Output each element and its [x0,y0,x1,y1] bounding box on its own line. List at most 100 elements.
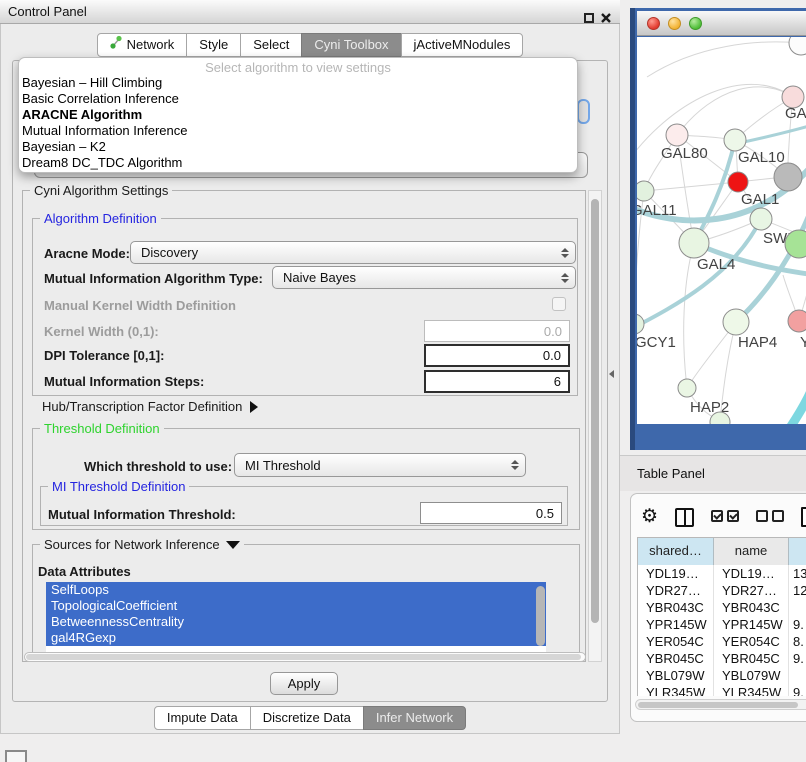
which-threshold-combo[interactable]: MI Threshold [234,453,526,477]
node-label-gal: GAL [785,105,806,122]
node-label-y: Y [800,334,806,351]
new-document-icon[interactable] [801,507,806,527]
dpi-tolerance-field[interactable]: 0.0 [424,344,570,367]
network-node-gal4[interactable] [679,228,709,258]
table-cell: 9. [789,616,806,633]
network-canvas[interactable]: GALGAL80GAL10GAL1GAL11SWI4GAL4GCY1HAP4YH… [637,37,806,424]
table-cell: YER054C [638,633,714,650]
network-node-y[interactable] [788,310,806,332]
table-row[interactable]: YBR043CYBR043C [638,599,806,616]
algorithm-popup-list: Bayesian – Hill ClimbingBasic Correlatio… [19,75,577,171]
tab-select[interactable]: Select [240,33,302,57]
node-table: shared…nameA YDL19…YDL19…13YDR27…YDR27…1… [637,537,806,696]
network-edge[interactable] [684,243,694,388]
attribute-item-gal4rgexp[interactable]: gal4RGexp [46,630,546,646]
table-row[interactable]: YBL079WYBL079W [638,667,806,684]
algorithm-option-basic-correlation-inference[interactable]: Basic Correlation Inference [19,91,577,107]
network-node-hap2[interactable] [678,379,696,397]
algorithm-option-bayesian-hill-climbing[interactable]: Bayesian – Hill Climbing [19,75,577,91]
tab-impute-data[interactable]: Impute Data [154,706,251,730]
stepper-arrows-icon [561,248,569,258]
table-row[interactable]: YBR045CYBR045C9. [638,650,806,667]
split-view-icon[interactable] [675,508,694,527]
network-node-hap4[interactable] [723,309,749,335]
table-cell: YLR345W [638,684,714,696]
float-window-icon[interactable] [584,13,594,23]
network-node[interactable] [789,37,806,55]
network-node-swi4[interactable] [750,208,772,230]
network-node[interactable] [774,163,802,191]
column-header-name[interactable]: name [714,538,789,565]
table-cell: YBR043C [714,599,789,616]
hide-columns-icon[interactable] [756,510,784,525]
attribute-item-selfloops[interactable]: SelfLoops [46,582,546,598]
network-node-gcy1[interactable] [637,314,644,334]
network-edge[interactable] [647,42,801,77]
table-row[interactable]: YLR345WYLR345W9. [638,684,806,696]
network-icon [110,34,122,56]
control-panel-header: Control Panel [0,0,620,24]
mi-type-combo[interactable]: Naive Bayes [272,266,576,289]
kernel-width-field[interactable]: 0.0 [424,320,570,342]
minimized-panel-icon[interactable] [5,750,27,762]
tab-cyni-toolbox[interactable]: Cyni Toolbox [301,33,401,57]
mi-steps-label: Mutual Information Steps: [44,374,204,389]
attribute-item-betweennesscentrality[interactable]: BetweennessCentrality [46,614,546,630]
close-icon[interactable] [600,12,612,24]
mi-steps-field[interactable]: 6 [424,370,570,393]
show-columns-icon[interactable] [711,510,739,525]
sources-group-title-wrap[interactable]: Sources for Network Inference [40,537,244,552]
which-threshold-value: MI Threshold [245,458,321,473]
network-node-gal1[interactable] [728,172,748,192]
algorithm-option-mutual-information-inference[interactable]: Mutual Information Inference [19,123,577,139]
algorithm-combo-focus-fragment[interactable] [577,99,590,124]
data-attributes-list[interactable]: SelfLoopsTopologicalCoefficientBetweenne… [46,582,546,652]
algorithm-option-aracne-algorithm[interactable]: ARACNE Algorithm [19,107,577,123]
panel-splitter-arrow-icon[interactable] [609,370,614,378]
tab-discretize-data[interactable]: Discretize Data [250,706,364,730]
network-window-titlebar[interactable] [637,11,806,36]
attributes-vertical-scrollbar[interactable] [536,586,545,646]
which-threshold-label: Which threshold to use: [84,459,232,474]
zoom-traffic-light-icon[interactable] [689,17,702,30]
minimize-traffic-light-icon[interactable] [668,17,681,30]
sources-group-title: Sources for Network Inference [44,537,220,552]
manual-kernel-label: Manual Kernel Width Definition [44,298,236,313]
collapse-down-icon [226,541,240,549]
table-horizontal-scrollbar[interactable] [635,699,806,710]
hub-definition-label: Hub/Transcription Factor Definition [42,399,242,414]
gear-icon[interactable]: ⚙ [641,507,658,527]
apply-button[interactable]: Apply [270,672,338,695]
tab-infer-network[interactable]: Infer Network [363,706,466,730]
network-edge[interactable] [785,359,806,424]
network-node-gal11[interactable] [637,181,654,201]
column-header-shared[interactable]: shared… [638,538,714,565]
attributes-horizontal-scrollbar[interactable] [24,652,586,662]
table-row[interactable]: YDL19…YDL19…13 [638,565,806,582]
close-traffic-light-icon[interactable] [647,17,660,30]
table-row[interactable]: YPR145WYPR145W9. [638,616,806,633]
algorithm-option-dream8-dc-tdc-algorithm[interactable]: Dream8 DC_TDC Algorithm [19,155,577,171]
table-row[interactable]: YER054CYER054C8. [638,633,806,650]
aracne-mode-combo[interactable]: Discovery [130,241,576,264]
table-row[interactable]: YDR27…YDR27…12 [638,582,806,599]
tab-label: Impute Data [167,707,238,729]
manual-kernel-checkbox[interactable] [552,297,566,311]
network-node-gal80[interactable] [666,124,688,146]
column-header-a[interactable]: A [789,538,806,565]
mi-threshold-field[interactable]: 0.5 [420,502,562,524]
network-edge[interactable] [677,87,793,135]
settings-vertical-scrollbar[interactable] [588,190,602,662]
algorithm-option-bayesian-k2[interactable]: Bayesian – K2 [19,139,577,155]
table-cell: 9. [789,650,806,667]
tab-style[interactable]: Style [186,33,241,57]
tab-network[interactable]: Network [97,33,188,57]
network-view-window[interactable]: GALGAL80GAL10GAL1GAL11SWI4GAL4GCY1HAP4YH… [630,8,806,450]
network-node-gal10[interactable] [724,129,746,151]
attribute-item-topologicalcoefficient[interactable]: TopologicalCoefficient [46,598,546,614]
mi-type-value: Naive Bayes [283,270,356,285]
tab-jactivemnodules[interactable]: jActiveMNodules [401,33,524,57]
hub-definition-section[interactable]: Hub/Transcription Factor Definition [42,399,258,414]
dpi-tolerance-label: DPI Tolerance [0,1]: [44,348,164,363]
node-label-gal11: GAL11 [637,202,677,219]
